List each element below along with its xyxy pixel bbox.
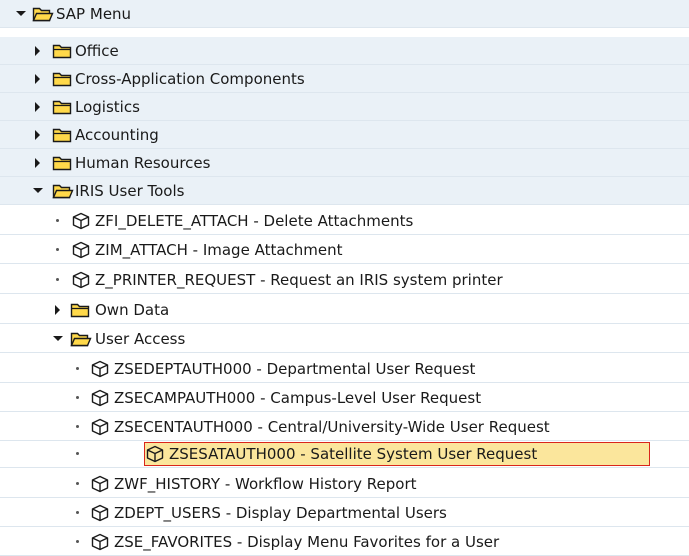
transaction-zim-attach[interactable]: ZIM_ATTACH - Image Attachment: [0, 236, 689, 264]
folder-icon: [52, 128, 72, 143]
tree-node-label: Human Resources: [75, 154, 211, 172]
transaction-label: ZSECAMPAUTH000 - Campus-Level User Reque…: [114, 389, 482, 407]
bullet-dot-icon: [52, 266, 64, 294]
folder-icon: [52, 44, 72, 59]
bullet-dot-icon: [72, 355, 84, 383]
bullet-dot-icon: [72, 384, 84, 412]
folder-icon: [52, 156, 72, 171]
tree-node-label: IRIS User Tools: [75, 182, 185, 200]
expand-toggle[interactable]: [52, 296, 64, 324]
transaction-zsecampauth000[interactable]: ZSECAMPAUTH000 - Campus-Level User Reque…: [0, 384, 689, 412]
cube-icon: [91, 475, 109, 493]
cube-icon: [72, 212, 90, 230]
collapse-toggle[interactable]: [52, 325, 64, 353]
cube-icon: [91, 389, 109, 407]
transaction-zse-favorites[interactable]: ZSE_FAVORITES - Display Menu Favorites f…: [0, 528, 689, 556]
tree-node-sap-menu[interactable]: SAP Menu: [0, 0, 689, 28]
transaction-label: ZDEPT_USERS - Display Departmental Users: [114, 504, 447, 522]
collapse-toggle[interactable]: [15, 0, 27, 28]
triangle-right-icon[interactable]: [35, 102, 40, 112]
tree-node-label: Own Data: [95, 301, 170, 319]
triangle-right-icon[interactable]: [35, 130, 40, 140]
bullet-dot-icon: [52, 207, 64, 235]
bullet-dot-icon: [72, 470, 84, 498]
triangle-down-icon[interactable]: [33, 188, 43, 193]
tree-node-label: User Access: [95, 330, 186, 348]
expand-toggle[interactable]: [32, 65, 44, 93]
bullet-dot-icon: [72, 413, 84, 441]
tree-node-accounting[interactable]: Accounting: [0, 121, 689, 149]
cube-icon: [91, 418, 109, 436]
tree-node-human-resources[interactable]: Human Resources: [0, 149, 689, 177]
collapse-toggle[interactable]: [32, 177, 44, 205]
cube-icon: [91, 360, 109, 378]
transaction-zsesatauth000[interactable]: ZSESATAUTH000 - Satellite System User Re…: [0, 440, 689, 468]
expand-toggle[interactable]: [32, 37, 44, 65]
transaction-label: ZSESATAUTH000 - Satellite System User Re…: [169, 445, 538, 463]
tree-node-label: SAP Menu: [56, 5, 132, 23]
tree-node-label: Accounting: [75, 126, 159, 144]
bullet-dot-icon: [72, 440, 84, 468]
sap-menu-tree: SAP Menu Office Cross-Application Compon…: [0, 0, 689, 556]
triangle-down-icon[interactable]: [16, 11, 26, 16]
transaction-zsecentauth000[interactable]: ZSECENTAUTH000 - Central/University-Wide…: [0, 413, 689, 441]
bullet-dot-icon: [52, 236, 64, 264]
tree-node-logistics[interactable]: Logistics: [0, 93, 689, 121]
tree-node-office[interactable]: Office: [0, 37, 689, 65]
transaction-z-printer-request[interactable]: Z_PRINTER_REQUEST - Request an IRIS syst…: [0, 266, 689, 294]
cube-icon: [72, 241, 90, 259]
expand-toggle[interactable]: [32, 149, 44, 177]
expand-toggle[interactable]: [32, 121, 44, 149]
triangle-right-icon[interactable]: [35, 158, 40, 168]
cube-icon: [91, 533, 109, 551]
tree-node-label: Logistics: [75, 98, 140, 116]
tree-node-own-data[interactable]: Own Data: [0, 296, 689, 324]
transaction-label: Z_PRINTER_REQUEST - Request an IRIS syst…: [95, 271, 503, 289]
cube-icon: [146, 445, 164, 463]
triangle-right-icon[interactable]: [35, 46, 40, 56]
tree-node-iris-user-tools[interactable]: IRIS User Tools: [0, 177, 689, 205]
folder-open-icon: [32, 7, 54, 22]
tree-node-cross-application-components[interactable]: Cross-Application Components: [0, 65, 689, 93]
transaction-label: ZIM_ATTACH - Image Attachment: [95, 241, 343, 259]
transaction-zdept-users[interactable]: ZDEPT_USERS - Display Departmental Users: [0, 499, 689, 527]
triangle-right-icon[interactable]: [55, 305, 60, 315]
transaction-label: ZWF_HISTORY - Workflow History Report: [114, 475, 417, 493]
transaction-label: ZSECENTAUTH000 - Central/University-Wide…: [114, 418, 550, 436]
transaction-label: ZSEDEPTAUTH000 - Departmental User Reque…: [114, 360, 476, 378]
bullet-dot-icon: [72, 499, 84, 527]
tree-node-label: Office: [75, 42, 119, 60]
cube-icon: [72, 271, 90, 289]
folder-icon: [52, 72, 72, 87]
triangle-right-icon[interactable]: [35, 74, 40, 84]
transaction-zsedeptauth000[interactable]: ZSEDEPTAUTH000 - Departmental User Reque…: [0, 355, 689, 383]
triangle-down-icon[interactable]: [53, 336, 63, 341]
transaction-label: ZSE_FAVORITES - Display Menu Favorites f…: [114, 533, 500, 551]
selected-highlight[interactable]: ZSESATAUTH000 - Satellite System User Re…: [144, 442, 650, 466]
transaction-zfi-delete-attach[interactable]: ZFI_DELETE_ATTACH - Delete Attachments: [0, 207, 689, 235]
transaction-label: ZFI_DELETE_ATTACH - Delete Attachments: [95, 212, 414, 230]
transaction-zwf-history[interactable]: ZWF_HISTORY - Workflow History Report: [0, 470, 689, 498]
tree-node-user-access[interactable]: User Access: [0, 325, 689, 353]
bullet-dot-icon: [72, 528, 84, 556]
folder-icon: [52, 100, 72, 115]
folder-open-icon: [70, 332, 92, 347]
folder-open-icon: [52, 184, 74, 199]
folder-icon: [70, 303, 90, 318]
cube-icon: [91, 504, 109, 522]
tree-node-label: Cross-Application Components: [75, 70, 305, 88]
expand-toggle[interactable]: [32, 93, 44, 121]
